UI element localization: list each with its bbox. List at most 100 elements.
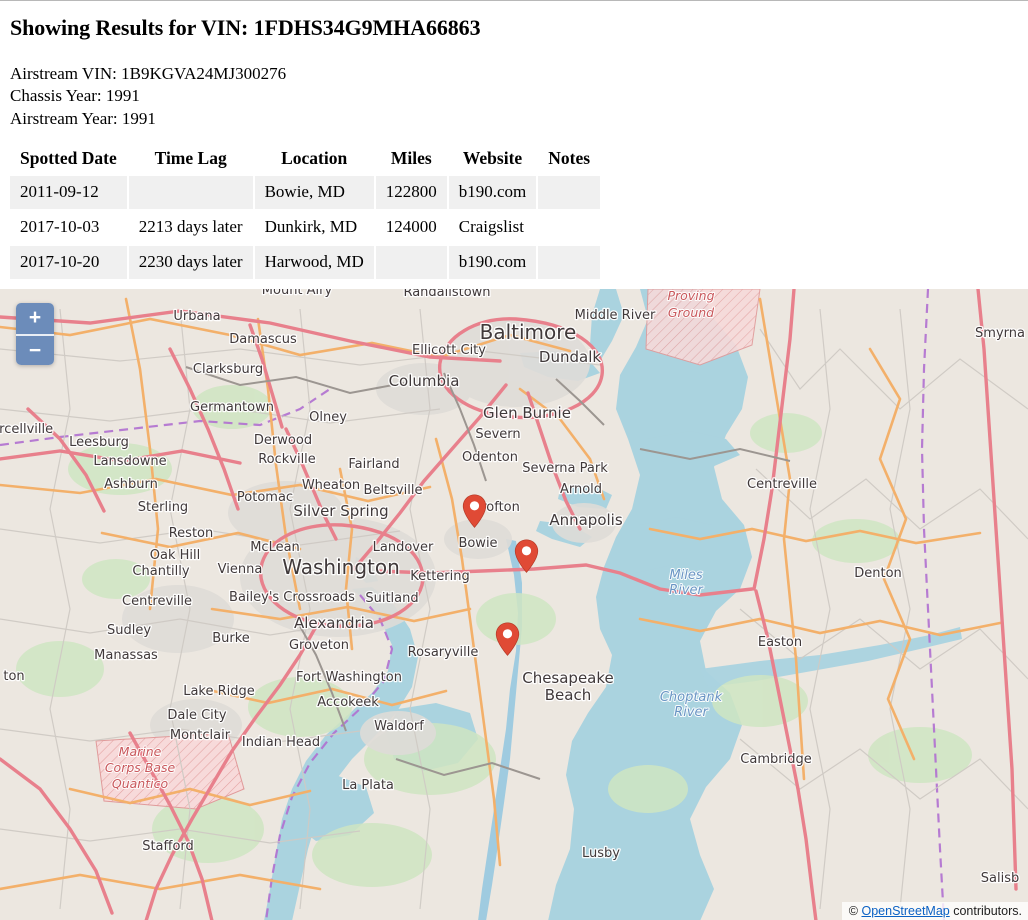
map-marker-pin[interactable] <box>514 539 539 578</box>
attribution-prefix: © <box>848 904 862 918</box>
cell-miles <box>375 246 447 280</box>
map-label: Indian Head <box>242 735 320 750</box>
map-label: Mount Airy <box>262 289 333 298</box>
cell-time-lag <box>128 176 253 210</box>
cell-website: b190.com <box>448 246 537 280</box>
location-pin-icon <box>462 494 487 528</box>
map-label: Washington <box>282 555 400 579</box>
map-marker-pin[interactable] <box>495 622 520 661</box>
map-label: La Plata <box>342 778 394 793</box>
map-label: Chantilly <box>132 564 189 579</box>
map-label: Smyrna <box>975 326 1025 341</box>
map-label: Leesburg <box>69 435 129 450</box>
map-label: River <box>674 705 709 720</box>
map-label: Easton <box>758 635 802 650</box>
map-label: Damascus <box>229 332 297 347</box>
map-label: Lake Ridge <box>183 684 255 699</box>
map-label: Centreville <box>747 477 817 492</box>
cell-website: b190.com <box>448 176 537 210</box>
map-label: Reston <box>169 526 214 541</box>
map-label: Corps Base <box>105 760 176 775</box>
col-spotted-date: Spotted Date <box>20 148 117 169</box>
map-zoom-controls[interactable]: + − <box>16 303 54 365</box>
map-label: Beach <box>545 686 591 704</box>
map-label: Salisb <box>981 871 1019 886</box>
map-label: Sudley <box>107 623 151 638</box>
map-label: Fairland <box>348 457 399 472</box>
map-label: Vienna <box>218 562 263 577</box>
col-time-lag: Time Lag <box>154 148 227 169</box>
map-label: Accokeek <box>317 695 379 710</box>
map-label: ton <box>3 669 24 684</box>
table-header: Spotted Date Time Lag Location Miles Web… <box>10 145 600 174</box>
map-label: Urbana <box>173 309 220 324</box>
map-marker-pin[interactable] <box>462 494 487 533</box>
map-tiles: Mount Airy Randallstown Middle River Provin… <box>0 289 1028 920</box>
cell-notes <box>538 246 601 280</box>
airstream-year-line: Airstream Year: 1991 <box>10 108 156 128</box>
sightings-table: Spotted Date Time Lag Location Miles Web… <box>8 143 602 281</box>
map-label: Chesapeake <box>522 669 614 687</box>
map-label: Marine <box>119 744 162 759</box>
map-label: Ashburn <box>104 477 158 492</box>
map-label: Beltsville <box>364 483 423 498</box>
map-label: Derwood <box>254 433 312 448</box>
attribution-suffix: contributors. <box>949 904 1022 918</box>
map-label: McLean <box>250 540 300 555</box>
cell-location: Harwood, MD <box>254 246 374 280</box>
map-label: Annapolis <box>549 511 623 529</box>
map-label: Ellicott City <box>412 343 486 358</box>
map-label: Fort Washington <box>296 670 402 685</box>
airstream-vin-line: Airstream VIN: 1B9KGVA24MJ300276 <box>10 64 287 83</box>
map-label: Rockville <box>258 452 316 467</box>
map-label: Germantown <box>190 400 274 415</box>
chassis-year-line: Chassis Year: 1991 <box>10 86 140 106</box>
cell-location: Dunkirk, MD <box>264 217 358 237</box>
cell-notes <box>538 211 600 244</box>
map-label: Columbia <box>389 372 460 390</box>
map-container[interactable]: Mount Airy Randallstown Middle River Provin… <box>0 289 1028 920</box>
map-label: Landover <box>373 540 434 555</box>
map-label: Cambridge <box>740 752 811 767</box>
table-row: 2017-10-20 2230 days later Harwood, MD b… <box>10 246 601 280</box>
map-label: Middle River <box>575 308 656 323</box>
map-label: Odenton <box>462 450 518 465</box>
zoom-out-button[interactable]: − <box>16 334 54 365</box>
cell-time-lag: 2230 days later <box>128 246 253 280</box>
map-label: Dale City <box>167 708 227 723</box>
map-label: Glen Burnie <box>483 404 571 422</box>
map-label: Proving <box>667 289 714 303</box>
page-title: Showing Results for VIN: 1FDHS34G9MHA668… <box>10 15 481 40</box>
openstreetmap-link[interactable]: OpenStreetMap <box>861 904 949 918</box>
col-location: Location <box>281 148 348 169</box>
col-miles: Miles <box>390 148 432 169</box>
table-row: 2017-10-03 2213 days later Dunkirk, MD 1… <box>10 211 600 244</box>
cell-notes <box>538 176 601 210</box>
map-label: Groveton <box>289 638 349 653</box>
map-label: Montclair <box>170 728 231 743</box>
map-label: Silver Spring <box>293 502 388 520</box>
map-label: Severna Park <box>522 461 608 476</box>
map-label: Rosaryville <box>408 645 479 660</box>
map-label: Sterling <box>138 500 188 515</box>
map-label: Bailey's Crossroads <box>229 590 355 605</box>
cell-miles: 122800 <box>375 176 447 210</box>
map-label: Bowie <box>458 536 497 551</box>
map-label: Lusby <box>582 846 620 861</box>
map-label: Potomac <box>237 490 293 505</box>
map-label: Baltimore <box>480 320 577 344</box>
map-label: Clarksburg <box>193 362 263 377</box>
page-root: Showing Results for VIN: 1FDHS34G9MHA668… <box>0 0 1028 920</box>
map-label: River <box>669 583 704 598</box>
table-body: 2011-09-12 Bowie, MD 122800 b190.com 201… <box>10 176 601 280</box>
cell-spotted-date: 2017-10-20 <box>10 246 127 280</box>
table-header-row: Spotted Date Time Lag Location Miles Web… <box>10 145 600 174</box>
col-website: Website <box>462 148 523 169</box>
map-label: Lansdowne <box>93 454 166 469</box>
location-pin-icon <box>514 539 539 573</box>
map-label: Manassas <box>94 648 158 663</box>
map-label: Wheaton <box>302 478 360 493</box>
page-content: Showing Results for VIN: 1FDHS34G9MHA668… <box>0 15 1028 281</box>
zoom-in-button[interactable]: + <box>16 303 54 334</box>
location-pin-icon <box>495 622 520 656</box>
